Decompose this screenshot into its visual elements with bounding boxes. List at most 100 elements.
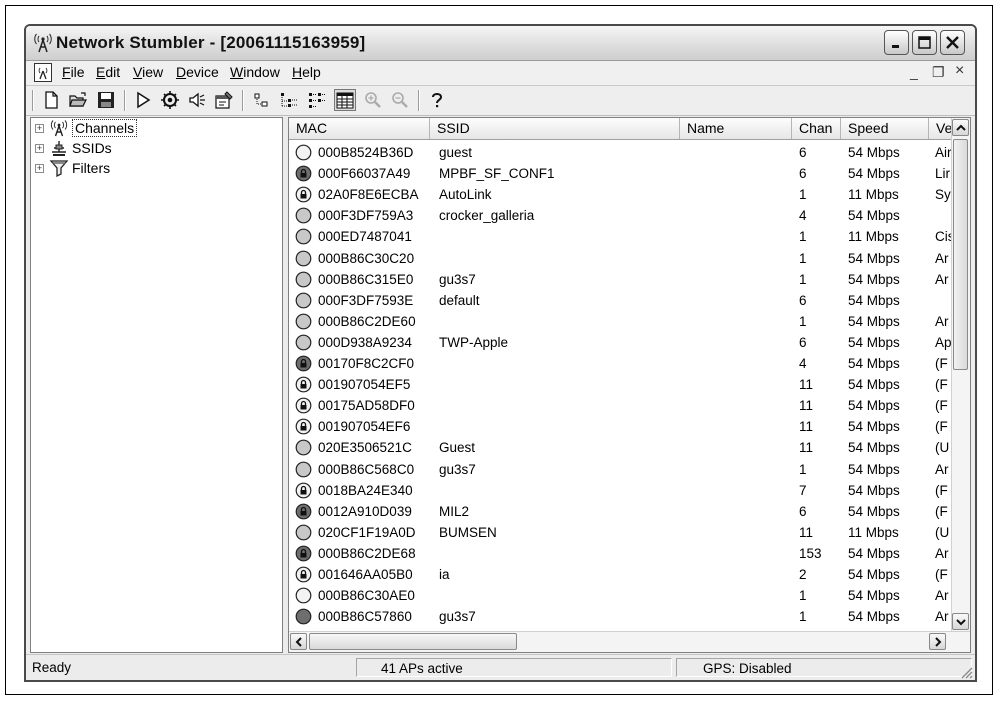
tree-item-channels[interactable]: + Channels	[35, 119, 138, 137]
scroll-up-button[interactable]	[952, 119, 969, 136]
ap-row[interactable]: 000B8524B36D guest 6 54 Mbps Air	[289, 142, 951, 163]
ap-row[interactable]: 000B86C568C0 gu3s7 1 54 Mbps Ar	[289, 459, 951, 480]
ap-row[interactable]: 0018BA24E340 7 54 Mbps (F	[289, 480, 951, 501]
details-button[interactable]	[334, 89, 356, 111]
zoom-in-button[interactable]	[362, 89, 384, 111]
tree-label-channels: Channels	[72, 119, 138, 137]
ap-row[interactable]: 000B86C30C20 1 54 Mbps Ar	[289, 248, 951, 269]
vertical-scrollbar[interactable]	[951, 118, 970, 631]
tree-pane[interactable]: + Channels + SSIDs + Filters	[30, 117, 283, 653]
column-header-mac[interactable]: MAC	[289, 118, 430, 139]
locked-ap-icon	[295, 186, 312, 203]
resize-grip-icon[interactable]	[959, 665, 973, 679]
scroll-down-button[interactable]	[952, 613, 969, 630]
ap-row[interactable]: 000F3DF7593E default 6 54 Mbps	[289, 290, 951, 311]
vendor-cell: Ap	[935, 334, 951, 350]
title-bar[interactable]: Network Stumbler - [20061115163959]	[26, 26, 975, 61]
help-button[interactable]	[426, 89, 448, 111]
minimize-button[interactable]	[884, 30, 909, 55]
filter-icon	[49, 160, 69, 177]
chan-cell: 2	[799, 567, 807, 582]
properties-button[interactable]	[213, 89, 235, 111]
ap-row[interactable]: 001907054EF5 11 54 Mbps (F	[289, 374, 951, 395]
menu-window[interactable]: Window	[228, 64, 282, 80]
antenna-icon	[38, 67, 48, 80]
tree-item-ssids[interactable]: + SSIDs	[35, 139, 112, 157]
ap-row[interactable]: 000F3DF759A3 crocker_galleria 4 54 Mbps	[289, 205, 951, 226]
mdi-minimize-button[interactable]: _	[910, 64, 918, 80]
ap-signal-icon	[295, 144, 312, 161]
expand-icon[interactable]: +	[35, 143, 44, 153]
ap-list-view[interactable]: MAC SSID Name Chan Speed Ve 000B8524B36D…	[288, 117, 971, 653]
ap-row[interactable]: 0012A910D039 MIL2 6 54 Mbps (F	[289, 501, 951, 522]
new-button[interactable]	[40, 89, 62, 111]
list-button[interactable]	[306, 89, 328, 111]
ap-row[interactable]: 000D938A9234 TWP-Apple 6 54 Mbps Ap	[289, 332, 951, 353]
ap-row[interactable]: 001907054EF6 11 54 Mbps (F	[289, 416, 951, 437]
chevron-left-icon	[295, 636, 302, 647]
mdi-restore-button[interactable]: ❐	[932, 64, 945, 81]
horizontal-scrollbar[interactable]	[289, 631, 970, 652]
ap-row[interactable]: 020E3506521C Guest 11 54 Mbps (U	[289, 437, 951, 458]
expand-icon[interactable]: +	[35, 123, 44, 133]
sound-button[interactable]	[186, 89, 208, 111]
small-icons-button[interactable]	[278, 89, 300, 111]
vendor-cell: (F	[935, 567, 948, 582]
zoom-out-button[interactable]	[389, 89, 411, 111]
menu-file[interactable]: File	[60, 64, 87, 80]
ap-row[interactable]: 00170F8C2CF0 4 54 Mbps (F	[289, 353, 951, 374]
column-header-name[interactable]: Name	[680, 118, 792, 139]
ap-row[interactable]: 02A0F8E6ECBA AutoLink 1 11 Mbps Sy	[289, 184, 951, 205]
speed-cell: 54 Mbps	[848, 609, 900, 625]
open-button[interactable]	[67, 89, 89, 111]
close-button[interactable]	[940, 30, 965, 55]
ap-row[interactable]: 020CF1F19A0D BUMSEN 11 11 Mbps (U	[289, 522, 951, 543]
auto-config-icon	[161, 91, 179, 109]
mac-cell: 0012A910D039	[318, 503, 412, 519]
ap-signal-icon	[295, 334, 312, 351]
toolbar	[26, 86, 975, 116]
mdi-close-button[interactable]: ×	[955, 62, 964, 80]
ap-row[interactable]: 000B86C57860 gu3s7 1 54 Mbps Ar	[289, 606, 951, 627]
ap-row[interactable]: 000B86C2DE60 1 54 Mbps Ar	[289, 311, 951, 332]
maximize-button[interactable]	[912, 30, 937, 55]
document-app-icon[interactable]	[34, 63, 52, 82]
ap-row[interactable]: 000B86C30AE0 1 54 Mbps Ar	[289, 585, 951, 606]
vertical-scroll-thumb[interactable]	[953, 139, 968, 370]
vendor-cell: Ar	[935, 271, 949, 287]
ssid-cell: gu3s7	[439, 271, 476, 287]
vendor-cell: (U	[935, 440, 950, 456]
expand-icon[interactable]: +	[35, 163, 44, 173]
mac-cell: 000B86C2DE60	[318, 313, 416, 329]
tree-item-filters[interactable]: + Filters	[35, 159, 110, 177]
vendor-cell: (F	[935, 419, 948, 435]
column-header-speed[interactable]: Speed	[841, 118, 929, 139]
mac-cell: 000D938A9234	[318, 334, 412, 350]
horizontal-scroll-thumb[interactable]	[309, 633, 517, 650]
auto-config-button[interactable]	[159, 89, 181, 111]
ap-row[interactable]: 000B86C2DE68 153 54 Mbps Ar	[289, 543, 951, 564]
scroll-right-button[interactable]	[929, 633, 946, 650]
ap-row[interactable]: 000F66037A49 MPBF_SF_CONF1 6 54 Mbps Lir	[289, 163, 951, 184]
menu-help[interactable]: Help	[290, 64, 323, 80]
column-header-ssid[interactable]: SSID	[430, 118, 680, 139]
ap-signal-icon	[295, 439, 312, 456]
locked-ap-icon	[295, 545, 312, 562]
menu-edit[interactable]: Edit	[94, 64, 122, 80]
column-header-chan[interactable]: Chan	[792, 118, 841, 139]
ap-signal-icon	[295, 461, 312, 477]
ap-row[interactable]: 000B86C315E0 gu3s7 1 54 Mbps Ar	[289, 269, 951, 290]
save-button[interactable]	[95, 89, 117, 111]
ap-row[interactable]: 000ED7487041 1 11 Mbps Cis	[289, 226, 951, 247]
scan-toggle-button[interactable]	[132, 89, 154, 111]
ap-row[interactable]: 00175AD58DF0 11 54 Mbps (F	[289, 395, 951, 416]
ap-signal-icon	[295, 271, 312, 287]
mac-cell: 000F66037A49	[318, 166, 411, 182]
menu-view[interactable]: View	[131, 64, 165, 80]
ssid-cell: guest	[439, 145, 473, 160]
menu-bar: File Edit View Device Window Help _ ❐ ×	[26, 61, 975, 86]
scroll-left-button[interactable]	[290, 633, 307, 650]
menu-device[interactable]: Device	[174, 64, 221, 80]
ap-row[interactable]: 001646AA05B0 ia 2 54 Mbps (F	[289, 564, 951, 585]
large-icons-button[interactable]	[250, 89, 272, 111]
